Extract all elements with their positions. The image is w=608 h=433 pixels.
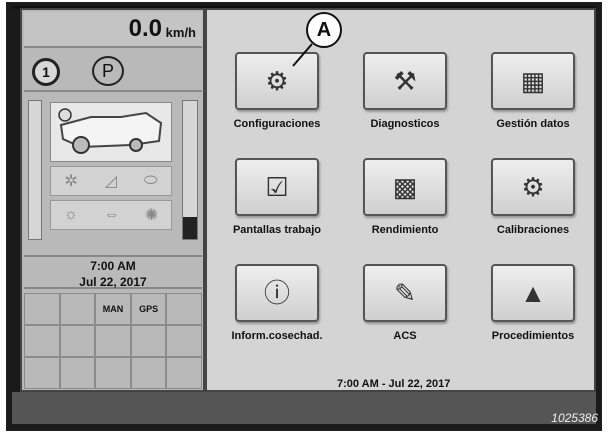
bottom-bar bbox=[12, 392, 596, 424]
reference-number: 1025386 bbox=[551, 411, 598, 425]
callout-a: A bbox=[306, 12, 342, 48]
callout-leader bbox=[292, 43, 313, 67]
